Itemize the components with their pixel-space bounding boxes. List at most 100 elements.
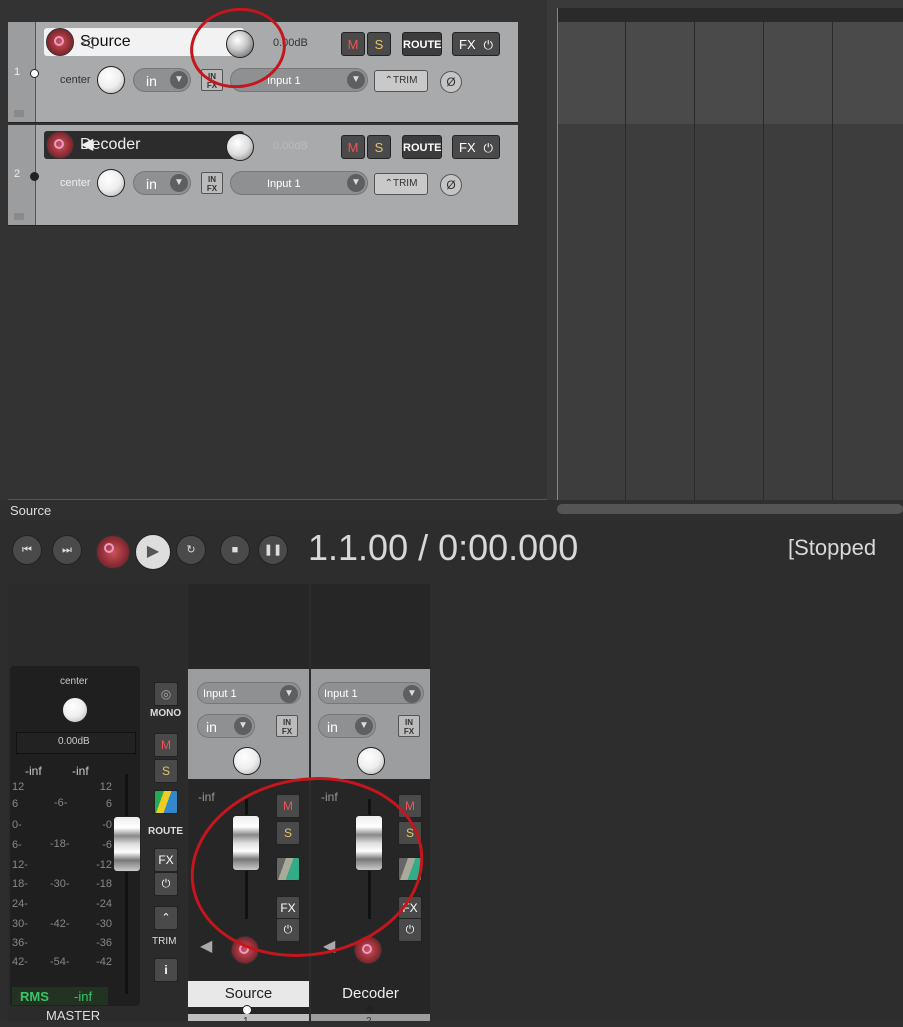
transport-record-button[interactable] <box>96 535 130 569</box>
trim-label: TRIM <box>392 178 418 189</box>
master-peak-left: -inf <box>25 764 42 778</box>
master-info-button[interactable]: i <box>154 958 178 982</box>
solo-button[interactable]: S <box>367 135 391 159</box>
mixer-input-dropdown[interactable]: Input 1 ▼ <box>197 682 301 704</box>
mixer-input-mode-value: in <box>206 719 217 735</box>
master-fx-button[interactable]: FX <box>154 848 178 872</box>
master-meter-right: 12 6 -0 -6 -12 -18 -24 -30 -36 -42 <box>96 781 112 968</box>
speaker-icon: ◀ <box>81 136 94 153</box>
master-route-label: ROUTE <box>148 826 183 837</box>
input-mode-dropdown[interactable]: in ▼ <box>133 68 191 92</box>
mixer-channel-name: Decoder <box>342 985 399 1002</box>
trim-label: TRIM <box>392 75 418 86</box>
track-2[interactable]: 2 Decoder ◀ 0.00dB M S ROUTE FX ⏻ center … <box>8 125 518 226</box>
input-select-value: Input 1 <box>267 75 301 87</box>
folder-icon[interactable] <box>14 110 24 117</box>
fx-label: FX <box>459 140 476 155</box>
mixer-input-mode-dropdown[interactable]: in ▼ <box>318 714 376 738</box>
speaker-icon: ◀ <box>200 938 213 955</box>
play-button[interactable]: ▶ <box>135 534 171 570</box>
go-to-start-button[interactable]: ⏮ <box>12 535 42 565</box>
fx-label: FX <box>459 37 476 52</box>
mixer-channel-number: 1 <box>243 1016 249 1027</box>
track-indicator <box>366 1005 374 1013</box>
record-arm-button[interactable] <box>46 131 74 159</box>
mixer-input-value: Input 1 <box>203 688 237 700</box>
transport-bar: ⏮ ⏭ ▶ ↻ ■ ❚❚ 1.1.00 / 0:00.000 [Stopped <box>0 520 903 584</box>
chevron-down-icon: ▼ <box>355 717 373 735</box>
pan-label: center <box>60 177 91 189</box>
track-name-field[interactable]: Decoder <box>44 131 244 159</box>
mixer-input-fx-button[interactable]: IN FX <box>398 715 420 737</box>
route-icon[interactable] <box>154 790 178 814</box>
route-button[interactable]: ROUTE <box>402 135 442 159</box>
phase-invert-button[interactable]: Ø <box>440 174 462 196</box>
volume-knob[interactable] <box>226 133 254 161</box>
mixer-channel-number: 2 <box>366 1016 372 1027</box>
selected-track-label: Source <box>10 503 52 518</box>
mute-button[interactable]: M <box>341 135 365 159</box>
power-icon[interactable]: ⏻ <box>484 136 494 160</box>
master-mute-button[interactable]: M <box>154 733 178 757</box>
pan-knob[interactable] <box>97 66 125 94</box>
edit-cursor <box>557 8 558 500</box>
track-2-lane[interactable] <box>557 124 903 500</box>
folder-icon[interactable] <box>14 213 24 220</box>
mixer-input-dropdown[interactable]: Input 1 ▼ <box>318 682 424 704</box>
input-mode-value: in <box>146 176 157 192</box>
mono-toggle-icon[interactable]: ◎ <box>154 682 178 706</box>
master-pan-knob[interactable] <box>62 697 88 723</box>
power-icon[interactable]: ⏻ <box>154 872 178 896</box>
grid-line <box>625 8 626 500</box>
route-button[interactable]: ROUTE <box>402 32 442 56</box>
repeat-button[interactable]: ↻ <box>176 535 206 565</box>
master-fader[interactable] <box>113 816 141 872</box>
mixer: center 0.00dB -inf -inf 12 6 0- 6- 12- 1… <box>0 584 903 1027</box>
chevron-down-icon: ▼ <box>403 685 421 703</box>
solo-button[interactable]: S <box>367 32 391 56</box>
track-1-lane[interactable] <box>557 22 903 124</box>
volume-readout: 0.00dB <box>273 140 308 152</box>
master-meter-middle: -6- -18- -30- -42- -54- <box>50 797 70 968</box>
track-selected-indicator <box>30 69 39 78</box>
pause-button[interactable]: ❚❚ <box>258 535 288 565</box>
time-position-display[interactable]: 1.1.00 / 0:00.000 <box>308 527 578 569</box>
track-control-panel: 1 Source ◁ 0.00dB M S ROUTE FX ⏻ center i… <box>0 0 547 500</box>
trim-button[interactable]: ⌃TRIM <box>374 70 428 92</box>
master-volume-readout: 0.00dB <box>58 736 90 747</box>
mixer-pan-knob[interactable] <box>233 747 261 775</box>
track-number: 2 <box>14 168 21 180</box>
input-select-dropdown[interactable]: Input 1 ▼ <box>230 171 368 195</box>
record-arm-button[interactable] <box>46 28 74 56</box>
rms-label: RMS <box>20 989 49 1004</box>
mixer-input-mode-dropdown[interactable]: in ▼ <box>197 714 255 738</box>
input-fx-button[interactable]: IN FX <box>201 172 223 194</box>
empty-track-area[interactable] <box>8 227 547 499</box>
phase-invert-button[interactable]: Ø <box>440 71 462 93</box>
go-to-end-button[interactable]: ⏭ <box>52 535 82 565</box>
fx-button[interactable]: FX ⏻ <box>452 32 500 56</box>
power-icon[interactable]: ⏻ <box>398 918 422 942</box>
mute-button[interactable]: M <box>341 32 365 56</box>
timeline-ruler[interactable] <box>557 8 903 22</box>
grid-line <box>763 8 764 500</box>
stop-button[interactable]: ■ <box>220 535 250 565</box>
power-icon[interactable]: ⏻ <box>484 33 494 57</box>
track-number: 1 <box>14 66 21 78</box>
speaker-icon: ◁ <box>81 34 94 51</box>
fx-button[interactable]: FX ⏻ <box>452 135 500 159</box>
chevron-down-icon: ▼ <box>347 174 365 192</box>
input-mode-dropdown[interactable]: in ▼ <box>133 171 191 195</box>
grid-line <box>694 8 695 500</box>
pan-knob[interactable] <box>97 169 125 197</box>
mixer-pan-knob[interactable] <box>357 747 385 775</box>
chevron-down-icon: ▼ <box>234 717 252 735</box>
master-solo-button[interactable]: S <box>154 759 178 783</box>
horizontal-scrollbar[interactable] <box>557 504 903 514</box>
mixer-input-fx-button[interactable]: IN FX <box>276 715 298 737</box>
trim-envelope-icon[interactable]: ⌃ <box>154 906 178 930</box>
chevron-down-icon: ▼ <box>347 71 365 89</box>
master-peak-right: -inf <box>72 764 89 778</box>
arrange-view[interactable] <box>547 0 903 514</box>
trim-button[interactable]: ⌃TRIM <box>374 173 428 195</box>
